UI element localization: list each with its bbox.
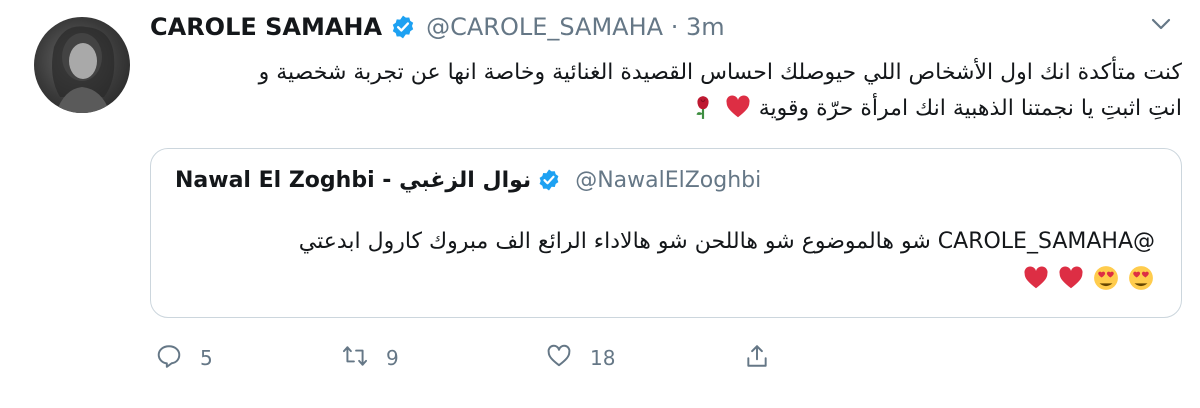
tweet-card[interactable]: CAROLE SAMAHA @CAROLE_SAMAHA · 3m كنت مت…	[0, 0, 1200, 408]
quoted-emoji-line	[165, 261, 1155, 299]
tweet-text-line-2: انتِ اثبتِ يا نجمتنا الذهبية انك امرأة ح…	[152, 91, 1182, 127]
reply-icon	[156, 343, 182, 373]
author-name[interactable]: CAROLE SAMAHA	[150, 13, 382, 41]
verified-badge-icon	[537, 168, 561, 192]
retweet-icon	[342, 343, 368, 373]
like-count: 18	[590, 346, 616, 370]
quoted-tweet[interactable]: Nawal El Zoghbi - نوال الزغبي @NawalElZo…	[150, 148, 1182, 318]
reply-count: 5	[200, 346, 213, 370]
tweet-time[interactable]: 3m	[686, 13, 725, 41]
share-button[interactable]	[744, 340, 770, 376]
heart-eyes-icon	[1093, 265, 1119, 291]
retweet-button[interactable]: 9	[342, 340, 399, 376]
author-handle[interactable]: @CAROLE_SAMAHA	[426, 13, 663, 41]
quoted-tweet-header: Nawal El Zoghbi - نوال الزغبي @NawalElZo…	[175, 163, 761, 197]
quoted-author-name[interactable]: Nawal El Zoghbi - نوال الزغبي	[175, 168, 531, 193]
heart-eyes-icon	[1128, 265, 1154, 291]
tweet-actions: 5 9 18	[150, 340, 850, 376]
avatar[interactable]	[34, 17, 130, 113]
tweet-header: CAROLE SAMAHA @CAROLE_SAMAHA · 3m	[150, 10, 725, 44]
like-icon	[546, 343, 572, 373]
red-heart-icon	[1058, 265, 1084, 291]
quoted-mention[interactable]: @CAROLE_SAMAHA	[938, 229, 1155, 254]
quoted-text-line-1: @CAROLE_SAMAHA شو هالموضوع شو هاللحن شو …	[165, 223, 1155, 261]
quoted-author-handle[interactable]: @NawalElZoghbi	[575, 168, 761, 193]
quoted-text-words: شو هالموضوع شو هاللحن شو هالاداء الرائع …	[298, 229, 931, 254]
share-icon	[744, 343, 770, 373]
quoted-tweet-text: @CAROLE_SAMAHA شو هالموضوع شو هاللحن شو …	[165, 223, 1155, 299]
retweet-count: 9	[386, 346, 399, 370]
red-heart-icon	[1023, 265, 1049, 291]
tweet-text-line-1: كنت متأكدة انك اول الأشخاص اللي حيوصلك ا…	[258, 60, 1182, 85]
like-button[interactable]: 18	[546, 340, 615, 376]
rose-icon	[690, 94, 716, 120]
verified-badge-icon	[390, 14, 416, 40]
tweet-text-line-2-words: انتِ اثبتِ يا نجمتنا الذهبية انك امرأة ح…	[758, 96, 1182, 121]
red-heart-icon	[725, 94, 751, 120]
reply-button[interactable]: 5	[156, 340, 213, 376]
tweet-text: كنت متأكدة انك اول الأشخاص اللي حيوصلك ا…	[152, 55, 1182, 127]
meta-separator: ·	[663, 13, 686, 41]
chevron-down-icon[interactable]	[1150, 16, 1172, 32]
